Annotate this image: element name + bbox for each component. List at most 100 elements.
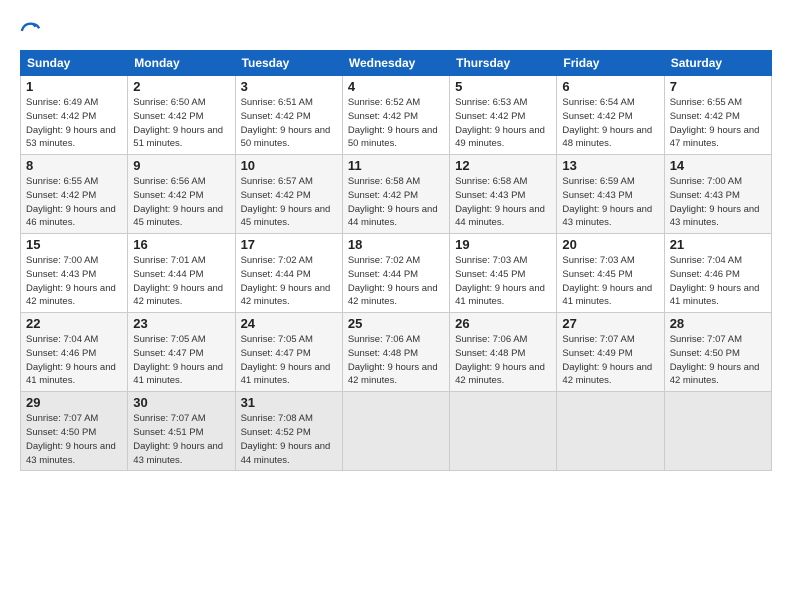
calendar-cell: 30 Sunrise: 7:07 AMSunset: 4:51 PMDaylig… [128, 392, 235, 471]
day-info: Sunrise: 6:58 AMSunset: 4:43 PMDaylight:… [455, 176, 545, 228]
calendar-cell: 14 Sunrise: 7:00 AMSunset: 4:43 PMDaylig… [664, 155, 771, 234]
day-number: 6 [562, 79, 658, 94]
calendar-cell: 20 Sunrise: 7:03 AMSunset: 4:45 PMDaylig… [557, 234, 664, 313]
calendar-cell: 7 Sunrise: 6:55 AMSunset: 4:42 PMDayligh… [664, 76, 771, 155]
day-info: Sunrise: 6:50 AMSunset: 4:42 PMDaylight:… [133, 97, 223, 149]
day-info: Sunrise: 6:49 AMSunset: 4:42 PMDaylight:… [26, 97, 116, 149]
calendar-cell: 23 Sunrise: 7:05 AMSunset: 4:47 PMDaylig… [128, 313, 235, 392]
calendar-cell: 8 Sunrise: 6:55 AMSunset: 4:42 PMDayligh… [21, 155, 128, 234]
day-number: 13 [562, 158, 658, 173]
day-info: Sunrise: 6:55 AMSunset: 4:42 PMDaylight:… [26, 176, 116, 228]
day-info: Sunrise: 7:04 AMSunset: 4:46 PMDaylight:… [26, 334, 116, 386]
day-number: 18 [348, 237, 444, 252]
day-info: Sunrise: 7:06 AMSunset: 4:48 PMDaylight:… [348, 334, 438, 386]
calendar-cell [450, 392, 557, 471]
calendar-cell [557, 392, 664, 471]
calendar-week-2: 8 Sunrise: 6:55 AMSunset: 4:42 PMDayligh… [21, 155, 772, 234]
day-number: 10 [241, 158, 337, 173]
calendar-cell: 24 Sunrise: 7:05 AMSunset: 4:47 PMDaylig… [235, 313, 342, 392]
calendar-cell: 1 Sunrise: 6:49 AMSunset: 4:42 PMDayligh… [21, 76, 128, 155]
calendar-week-4: 22 Sunrise: 7:04 AMSunset: 4:46 PMDaylig… [21, 313, 772, 392]
weekday-header-row: SundayMondayTuesdayWednesdayThursdayFrid… [21, 51, 772, 76]
day-number: 15 [26, 237, 122, 252]
calendar-cell: 25 Sunrise: 7:06 AMSunset: 4:48 PMDaylig… [342, 313, 449, 392]
day-number: 30 [133, 395, 229, 410]
day-number: 14 [670, 158, 766, 173]
calendar-cell: 29 Sunrise: 7:07 AMSunset: 4:50 PMDaylig… [21, 392, 128, 471]
day-number: 16 [133, 237, 229, 252]
calendar-cell: 9 Sunrise: 6:56 AMSunset: 4:42 PMDayligh… [128, 155, 235, 234]
day-number: 20 [562, 237, 658, 252]
day-number: 27 [562, 316, 658, 331]
weekday-header-monday: Monday [128, 51, 235, 76]
calendar-cell: 17 Sunrise: 7:02 AMSunset: 4:44 PMDaylig… [235, 234, 342, 313]
day-info: Sunrise: 6:55 AMSunset: 4:42 PMDaylight:… [670, 97, 760, 149]
day-info: Sunrise: 6:57 AMSunset: 4:42 PMDaylight:… [241, 176, 331, 228]
day-info: Sunrise: 6:56 AMSunset: 4:42 PMDaylight:… [133, 176, 223, 228]
day-info: Sunrise: 6:53 AMSunset: 4:42 PMDaylight:… [455, 97, 545, 149]
day-info: Sunrise: 7:02 AMSunset: 4:44 PMDaylight:… [241, 255, 331, 307]
day-number: 25 [348, 316, 444, 331]
day-info: Sunrise: 7:00 AMSunset: 4:43 PMDaylight:… [26, 255, 116, 307]
day-info: Sunrise: 7:07 AMSunset: 4:50 PMDaylight:… [670, 334, 760, 386]
calendar-cell: 27 Sunrise: 7:07 AMSunset: 4:49 PMDaylig… [557, 313, 664, 392]
calendar-cell: 18 Sunrise: 7:02 AMSunset: 4:44 PMDaylig… [342, 234, 449, 313]
calendar-cell: 10 Sunrise: 6:57 AMSunset: 4:42 PMDaylig… [235, 155, 342, 234]
day-info: Sunrise: 6:59 AMSunset: 4:43 PMDaylight:… [562, 176, 652, 228]
calendar-cell: 2 Sunrise: 6:50 AMSunset: 4:42 PMDayligh… [128, 76, 235, 155]
day-info: Sunrise: 6:58 AMSunset: 4:42 PMDaylight:… [348, 176, 438, 228]
day-info: Sunrise: 7:05 AMSunset: 4:47 PMDaylight:… [241, 334, 331, 386]
day-number: 7 [670, 79, 766, 94]
day-info: Sunrise: 7:00 AMSunset: 4:43 PMDaylight:… [670, 176, 760, 228]
calendar-week-5: 29 Sunrise: 7:07 AMSunset: 4:50 PMDaylig… [21, 392, 772, 471]
logo-icon [20, 20, 42, 42]
calendar-cell: 26 Sunrise: 7:06 AMSunset: 4:48 PMDaylig… [450, 313, 557, 392]
calendar-cell: 12 Sunrise: 6:58 AMSunset: 4:43 PMDaylig… [450, 155, 557, 234]
day-number: 1 [26, 79, 122, 94]
day-number: 8 [26, 158, 122, 173]
calendar-cell: 15 Sunrise: 7:00 AMSunset: 4:43 PMDaylig… [21, 234, 128, 313]
day-number: 21 [670, 237, 766, 252]
calendar-cell: 5 Sunrise: 6:53 AMSunset: 4:42 PMDayligh… [450, 76, 557, 155]
weekday-header-friday: Friday [557, 51, 664, 76]
day-number: 2 [133, 79, 229, 94]
calendar-cell [664, 392, 771, 471]
calendar-cell [342, 392, 449, 471]
calendar-cell: 6 Sunrise: 6:54 AMSunset: 4:42 PMDayligh… [557, 76, 664, 155]
day-info: Sunrise: 7:08 AMSunset: 4:52 PMDaylight:… [241, 413, 331, 465]
header [20, 16, 772, 42]
day-info: Sunrise: 7:07 AMSunset: 4:51 PMDaylight:… [133, 413, 223, 465]
calendar-cell: 19 Sunrise: 7:03 AMSunset: 4:45 PMDaylig… [450, 234, 557, 313]
day-info: Sunrise: 7:05 AMSunset: 4:47 PMDaylight:… [133, 334, 223, 386]
logo [20, 20, 45, 42]
weekday-header-thursday: Thursday [450, 51, 557, 76]
day-info: Sunrise: 7:06 AMSunset: 4:48 PMDaylight:… [455, 334, 545, 386]
day-number: 29 [26, 395, 122, 410]
calendar-week-3: 15 Sunrise: 7:00 AMSunset: 4:43 PMDaylig… [21, 234, 772, 313]
day-number: 17 [241, 237, 337, 252]
day-info: Sunrise: 6:51 AMSunset: 4:42 PMDaylight:… [241, 97, 331, 149]
calendar-cell: 11 Sunrise: 6:58 AMSunset: 4:42 PMDaylig… [342, 155, 449, 234]
weekday-header-sunday: Sunday [21, 51, 128, 76]
day-info: Sunrise: 7:03 AMSunset: 4:45 PMDaylight:… [455, 255, 545, 307]
day-info: Sunrise: 7:04 AMSunset: 4:46 PMDaylight:… [670, 255, 760, 307]
day-number: 5 [455, 79, 551, 94]
calendar-cell: 22 Sunrise: 7:04 AMSunset: 4:46 PMDaylig… [21, 313, 128, 392]
calendar-table: SundayMondayTuesdayWednesdayThursdayFrid… [20, 50, 772, 471]
day-info: Sunrise: 7:07 AMSunset: 4:49 PMDaylight:… [562, 334, 652, 386]
day-info: Sunrise: 7:03 AMSunset: 4:45 PMDaylight:… [562, 255, 652, 307]
day-number: 19 [455, 237, 551, 252]
calendar-cell: 31 Sunrise: 7:08 AMSunset: 4:52 PMDaylig… [235, 392, 342, 471]
day-number: 23 [133, 316, 229, 331]
day-number: 11 [348, 158, 444, 173]
day-number: 4 [348, 79, 444, 94]
day-number: 3 [241, 79, 337, 94]
day-number: 28 [670, 316, 766, 331]
day-number: 12 [455, 158, 551, 173]
day-info: Sunrise: 7:01 AMSunset: 4:44 PMDaylight:… [133, 255, 223, 307]
calendar-cell: 28 Sunrise: 7:07 AMSunset: 4:50 PMDaylig… [664, 313, 771, 392]
calendar-cell: 16 Sunrise: 7:01 AMSunset: 4:44 PMDaylig… [128, 234, 235, 313]
day-info: Sunrise: 7:02 AMSunset: 4:44 PMDaylight:… [348, 255, 438, 307]
day-info: Sunrise: 6:52 AMSunset: 4:42 PMDaylight:… [348, 97, 438, 149]
day-number: 22 [26, 316, 122, 331]
